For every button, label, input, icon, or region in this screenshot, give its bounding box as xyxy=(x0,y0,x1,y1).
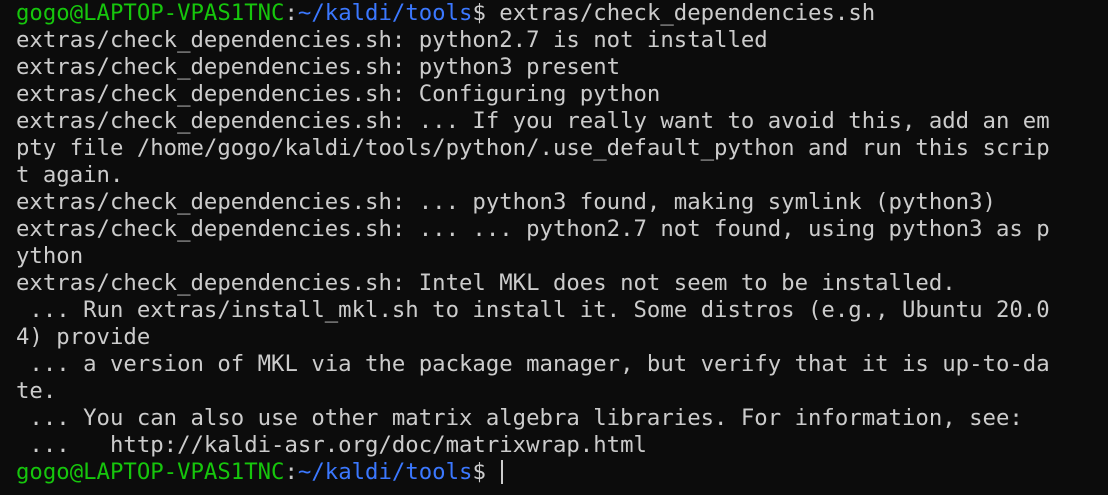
output-line: extras/check_dependencies.sh: python2.7 … xyxy=(16,27,768,53)
output-line: extras/check_dependencies.sh: ... python… xyxy=(16,189,996,215)
output-line: extras/check_dependencies.sh: Configurin… xyxy=(16,81,661,107)
output-line: ... Run extras/install_mkl.sh to install… xyxy=(16,297,1050,323)
prompt-user-host: gogo@LAPTOP-VPAS1TNC xyxy=(16,0,285,26)
terminal-window[interactable]: gogo@LAPTOP-VPAS1TNC:~/kaldi/tools$ extr… xyxy=(0,0,1108,495)
prompt-separator: : xyxy=(284,0,298,26)
text-cursor[interactable] xyxy=(501,460,504,484)
active-prompt-line[interactable]: gogo@LAPTOP-VPAS1TNC:~/kaldi/tools$ xyxy=(16,459,1108,486)
output-line: pty file /home/gogo/kaldi/tools/python/.… xyxy=(16,135,1050,161)
output-line: extras/check_dependencies.sh: Intel MKL … xyxy=(16,270,956,296)
output-line: ... a version of MKL via the package man… xyxy=(16,351,1050,377)
prompt-path: ~/kaldi/tools xyxy=(297,0,473,26)
output-line: 4) provide xyxy=(16,324,151,350)
prompt-path: ~/kaldi/tools xyxy=(297,459,473,485)
prompt-dollar: $ xyxy=(472,459,500,485)
prompt-user-host: gogo@LAPTOP-VPAS1TNC xyxy=(16,459,285,485)
output-line: ython xyxy=(16,243,84,269)
output-line: ... http://kaldi-asr.org/doc/matrixwrap.… xyxy=(16,432,647,458)
prompt-separator: : xyxy=(284,459,298,485)
output-line: extras/check_dependencies.sh: ... If you… xyxy=(16,108,1050,134)
prompt-dollar: $ xyxy=(472,0,500,26)
entered-command: extras/check_dependencies.sh xyxy=(499,0,876,26)
output-line: ... You can also use other matrix algebr… xyxy=(16,405,1023,431)
output-line: extras/check_dependencies.sh: ... ... py… xyxy=(16,216,1050,242)
command-prompt-line: gogo@LAPTOP-VPAS1TNC:~/kaldi/tools$ extr… xyxy=(16,0,1108,27)
output-line: t again. xyxy=(16,162,124,188)
output-line: extras/check_dependencies.sh: python3 pr… xyxy=(16,54,621,80)
output-line: te. xyxy=(16,378,57,404)
